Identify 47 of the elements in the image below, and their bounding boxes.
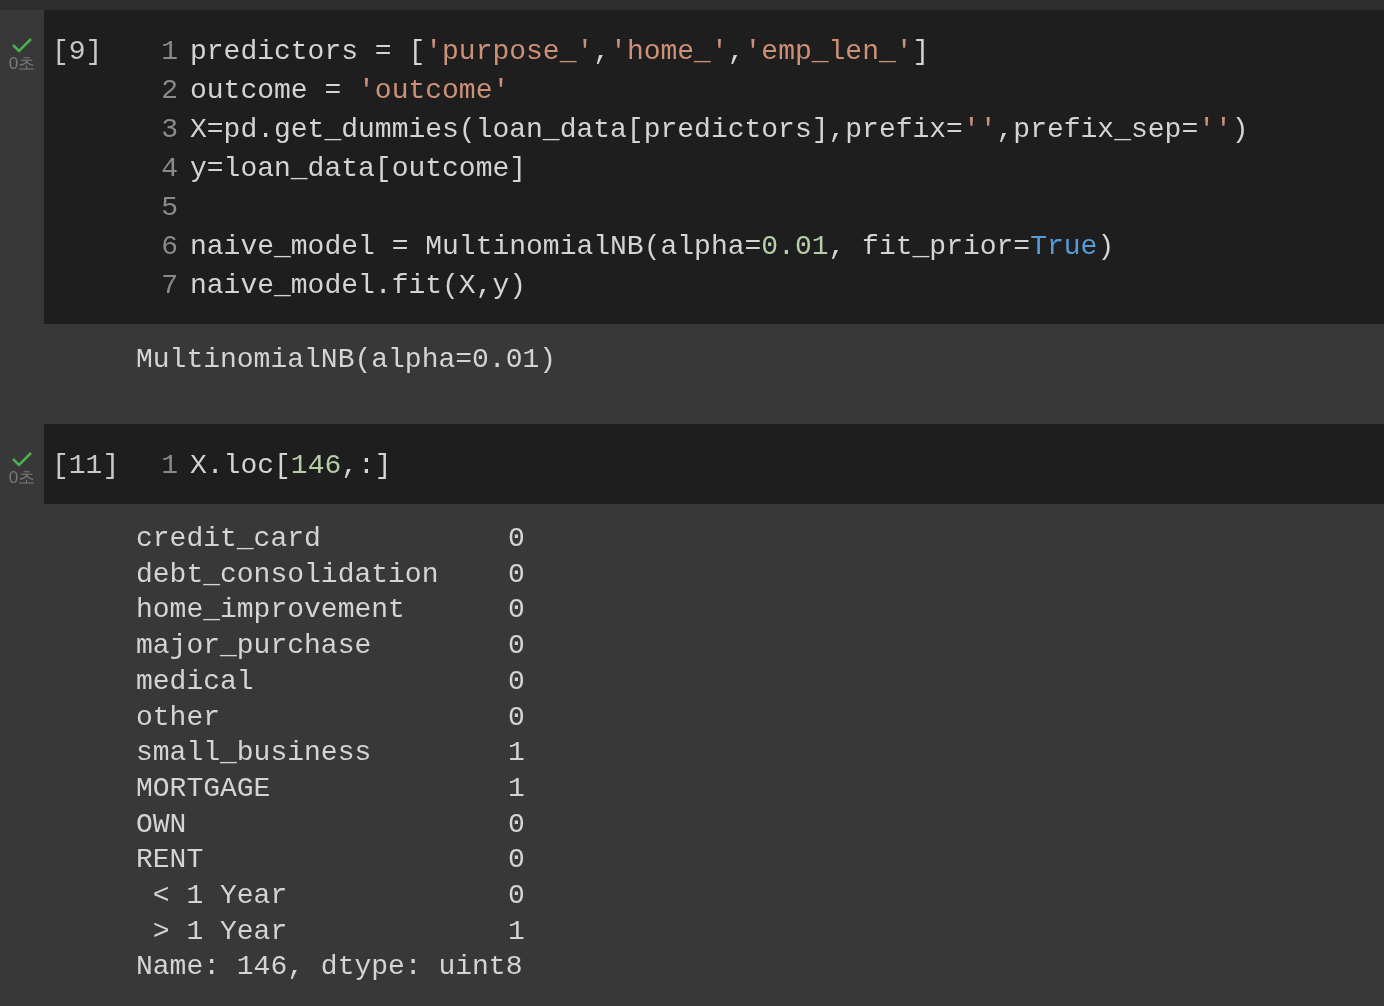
- line-number: 6: [160, 230, 178, 264]
- series-value: 0: [508, 629, 525, 664]
- series-label: RENT: [136, 843, 205, 878]
- series-label: home_improvement: [136, 593, 406, 628]
- series-label: credit_card: [136, 522, 322, 556]
- series-label: small_business: [136, 736, 373, 771]
- series-value: 1: [508, 914, 525, 949]
- series-value: 0: [508, 557, 525, 592]
- code-line: outcome = 'outcome': [190, 74, 510, 108]
- code-line: y=loan_data[outcome]: [190, 152, 527, 186]
- line-number: 2: [160, 74, 178, 108]
- execution-time: 0초: [8, 54, 36, 74]
- series-value: 1: [508, 771, 525, 806]
- series-value: 1: [508, 736, 525, 771]
- line-number: 3: [160, 113, 178, 147]
- code-line: X.loc[146,:]: [190, 449, 392, 483]
- series-value: 0: [508, 807, 525, 842]
- line-number: 1: [160, 35, 178, 69]
- line-number: 5: [160, 191, 178, 225]
- execution-count: [9]: [51, 35, 104, 69]
- series-label: medical: [136, 664, 255, 699]
- series-value: 0: [508, 843, 525, 878]
- code-line: naive_model = MultinomialNB(alpha=0.01, fit_prior=True): [190, 230, 1115, 264]
- series-value: 0: [508, 593, 525, 628]
- series-label: MORTGAGE: [136, 771, 272, 806]
- output-text: Name: 146, dtype: uint8: [136, 950, 524, 985]
- code-cell[interactable]: [44, 10, 1384, 324]
- series-value: 0: [508, 700, 525, 735]
- series-value: 0: [508, 879, 525, 914]
- output-text: MultinomialNB(alpha=0.01): [136, 343, 558, 377]
- line-number: 7: [160, 269, 178, 303]
- code-line: X=pd.get_dummies(loan_data[predictors],prefix='',prefix_sep=''): [190, 113, 1249, 147]
- series-label: > 1 Year: [151, 914, 289, 949]
- series-value: 0: [508, 522, 525, 556]
- series-label: major_purchase: [136, 629, 373, 664]
- line-number: 1: [160, 449, 178, 483]
- code-line: naive_model.fit(X,y): [190, 269, 527, 303]
- series-label: OWN: [136, 807, 188, 842]
- series-label: debt_consolidation: [136, 557, 440, 592]
- execution-count: [11]: [51, 449, 121, 483]
- line-number: 4: [160, 152, 178, 186]
- series-label: other: [136, 700, 221, 735]
- execution-time: 0초: [8, 468, 36, 488]
- code-cell[interactable]: [11] 1 X.loc[146,:]: [44, 424, 1384, 504]
- series-label: < 1 Year: [151, 879, 289, 914]
- code-line: predictors = ['purpose_','home_','emp_len_']: [190, 35, 930, 69]
- series-value: 0: [508, 664, 525, 699]
